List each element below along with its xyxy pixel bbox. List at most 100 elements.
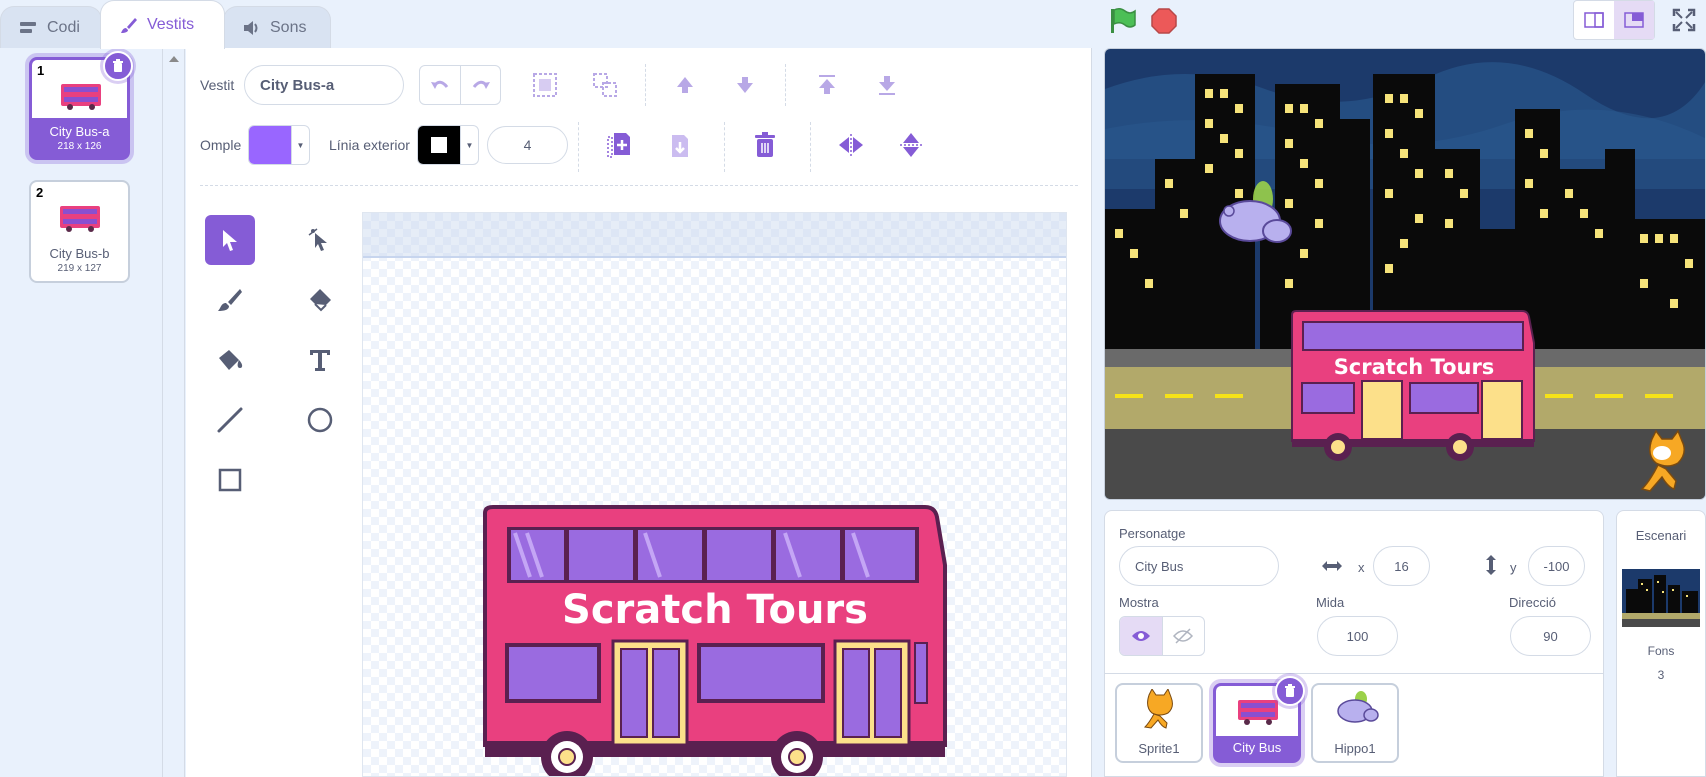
x-arrows-icon <box>1322 561 1342 571</box>
brush-icon <box>121 18 137 33</box>
costume-item[interactable]: 1 City Bus-a 218 x 126 <box>29 51 133 160</box>
chevron-down-icon: ▼ <box>460 126 478 164</box>
size-input[interactable]: 100 <box>1317 616 1398 656</box>
delete-sprite-button[interactable] <box>1275 676 1305 706</box>
forward-button[interactable] <box>668 68 702 102</box>
trash-icon <box>113 59 123 72</box>
toolbar-divider <box>785 64 786 106</box>
ungroup-button[interactable] <box>588 68 622 102</box>
tool-reshape[interactable] <box>295 215 345 265</box>
group-button[interactable] <box>528 68 562 102</box>
sprite-name-input[interactable]: City Bus <box>1119 546 1279 586</box>
y-input[interactable]: -100 <box>1528 546 1585 586</box>
costume-item[interactable]: 2 City Bus-b 219 x 127 <box>29 180 130 283</box>
stage-size-toggle <box>1573 0 1655 40</box>
undo-button[interactable] <box>420 66 460 104</box>
x-label: x <box>1358 560 1365 575</box>
scroll-up-icon[interactable] <box>169 56 179 62</box>
costume-size: 219 x 127 <box>57 263 102 274</box>
delete-costume-button[interactable] <box>103 51 133 81</box>
front-button[interactable] <box>810 68 844 102</box>
backdrop-label: Fons <box>1647 644 1675 658</box>
arrow-down-icon <box>737 77 753 93</box>
tool-text[interactable] <box>295 335 345 385</box>
tab-code[interactable]: Codi <box>0 6 102 48</box>
direction-input[interactable]: 90 <box>1510 616 1591 656</box>
editor-tabs: Codi Vestits Sons <box>0 0 340 49</box>
brush-icon <box>218 289 242 311</box>
stop-button[interactable] <box>1150 7 1178 40</box>
tool-line[interactable] <box>205 395 255 445</box>
bus-costume[interactable]: Scratch Tours <box>475 505 955 777</box>
sprite-name: City Bus <box>1232 740 1282 755</box>
toolbar-divider <box>724 122 725 172</box>
large-stage-button[interactable] <box>1614 1 1654 39</box>
toolbar-divider <box>810 122 811 172</box>
fill-color-picker[interactable]: ▼ <box>248 125 310 165</box>
sprite-thumbnail <box>1238 700 1278 725</box>
sprite-tile[interactable]: City Bus <box>1213 676 1305 763</box>
size-label: Mida <box>1316 595 1345 610</box>
backward-button[interactable] <box>728 68 762 102</box>
stage-target-pane[interactable]: Escenari Fons 3 <box>1616 510 1706 777</box>
costume-name: City Bus-a <box>49 124 110 139</box>
tool-circle[interactable] <box>295 395 345 445</box>
reshape-icon <box>308 228 327 251</box>
outline-width-input[interactable]: 4 <box>487 126 568 164</box>
show-label: Mostra <box>1119 595 1159 610</box>
trash-icon <box>1285 684 1295 697</box>
stage-bus-text: Scratch Tours <box>1334 355 1495 379</box>
costume-list-scrollbar[interactable] <box>163 48 185 777</box>
sprite-tile[interactable]: Hippo1 <box>1311 683 1399 763</box>
flip-horizontal-button[interactable] <box>834 128 868 162</box>
costume-size: 218 x 126 <box>57 141 102 152</box>
costume-name: City Bus-b <box>49 246 110 261</box>
small-stage-button[interactable] <box>1574 1 1614 39</box>
sprite-tile[interactable]: Sprite1 <box>1115 683 1203 763</box>
small-stage-icon <box>1584 12 1604 28</box>
green-flag-button[interactable] <box>1108 7 1138 40</box>
toolbar-divider <box>645 64 646 106</box>
sprite-thumbnail <box>1143 689 1173 729</box>
paint-canvas[interactable]: Scratch Tours <box>362 212 1067 777</box>
large-stage-icon <box>1624 12 1644 28</box>
fullscreen-button[interactable] <box>1672 8 1696 37</box>
outline-color-picker[interactable]: ▼ <box>417 125 479 165</box>
bus-text: Scratch Tours <box>562 587 868 633</box>
undo-redo-group <box>419 65 501 105</box>
show-visible-button[interactable] <box>1120 617 1162 655</box>
sprite-info-pane: Personatge City Bus x 16 y -100 Mostra M… <box>1104 510 1604 777</box>
trash-icon <box>755 132 775 157</box>
arrow-top-icon <box>819 75 835 94</box>
copy-button[interactable] <box>602 128 636 162</box>
x-input[interactable]: 16 <box>1373 546 1430 586</box>
ungroup-icon <box>593 73 617 97</box>
arrow-bottom-icon <box>879 76 895 95</box>
delete-button[interactable] <box>748 128 782 162</box>
costume-name-input[interactable]: City Bus-a <box>244 65 404 105</box>
flip-vertical-button[interactable] <box>894 128 928 162</box>
show-hidden-button[interactable] <box>1161 617 1205 655</box>
select-arrow-icon <box>223 230 237 251</box>
green-flag-icon <box>1111 7 1136 33</box>
tab-costumes[interactable]: Vestits <box>100 0 225 49</box>
costume-name-label: Vestit <box>200 77 235 93</box>
sprite-name: Sprite1 <box>1138 741 1180 756</box>
toolbar-divider <box>578 122 579 172</box>
tab-sounds[interactable]: Sons <box>223 6 331 48</box>
costume-thumbnail <box>60 206 100 232</box>
paste-button[interactable] <box>662 128 696 162</box>
costume-number: 1 <box>37 63 45 78</box>
tool-select[interactable] <box>205 215 255 265</box>
redo-button[interactable] <box>460 66 500 104</box>
text-icon <box>310 350 330 371</box>
chevron-down-icon: ▼ <box>291 126 309 164</box>
eye-icon <box>1131 631 1150 641</box>
tool-brush[interactable] <box>205 275 255 325</box>
fullscreen-icon <box>1672 8 1696 32</box>
tool-fill[interactable] <box>205 335 255 385</box>
tool-rectangle[interactable] <box>205 455 255 505</box>
stage[interactable]: Scratch Tours <box>1104 48 1706 500</box>
tool-eraser[interactable] <box>295 275 345 325</box>
back-button[interactable] <box>870 68 904 102</box>
